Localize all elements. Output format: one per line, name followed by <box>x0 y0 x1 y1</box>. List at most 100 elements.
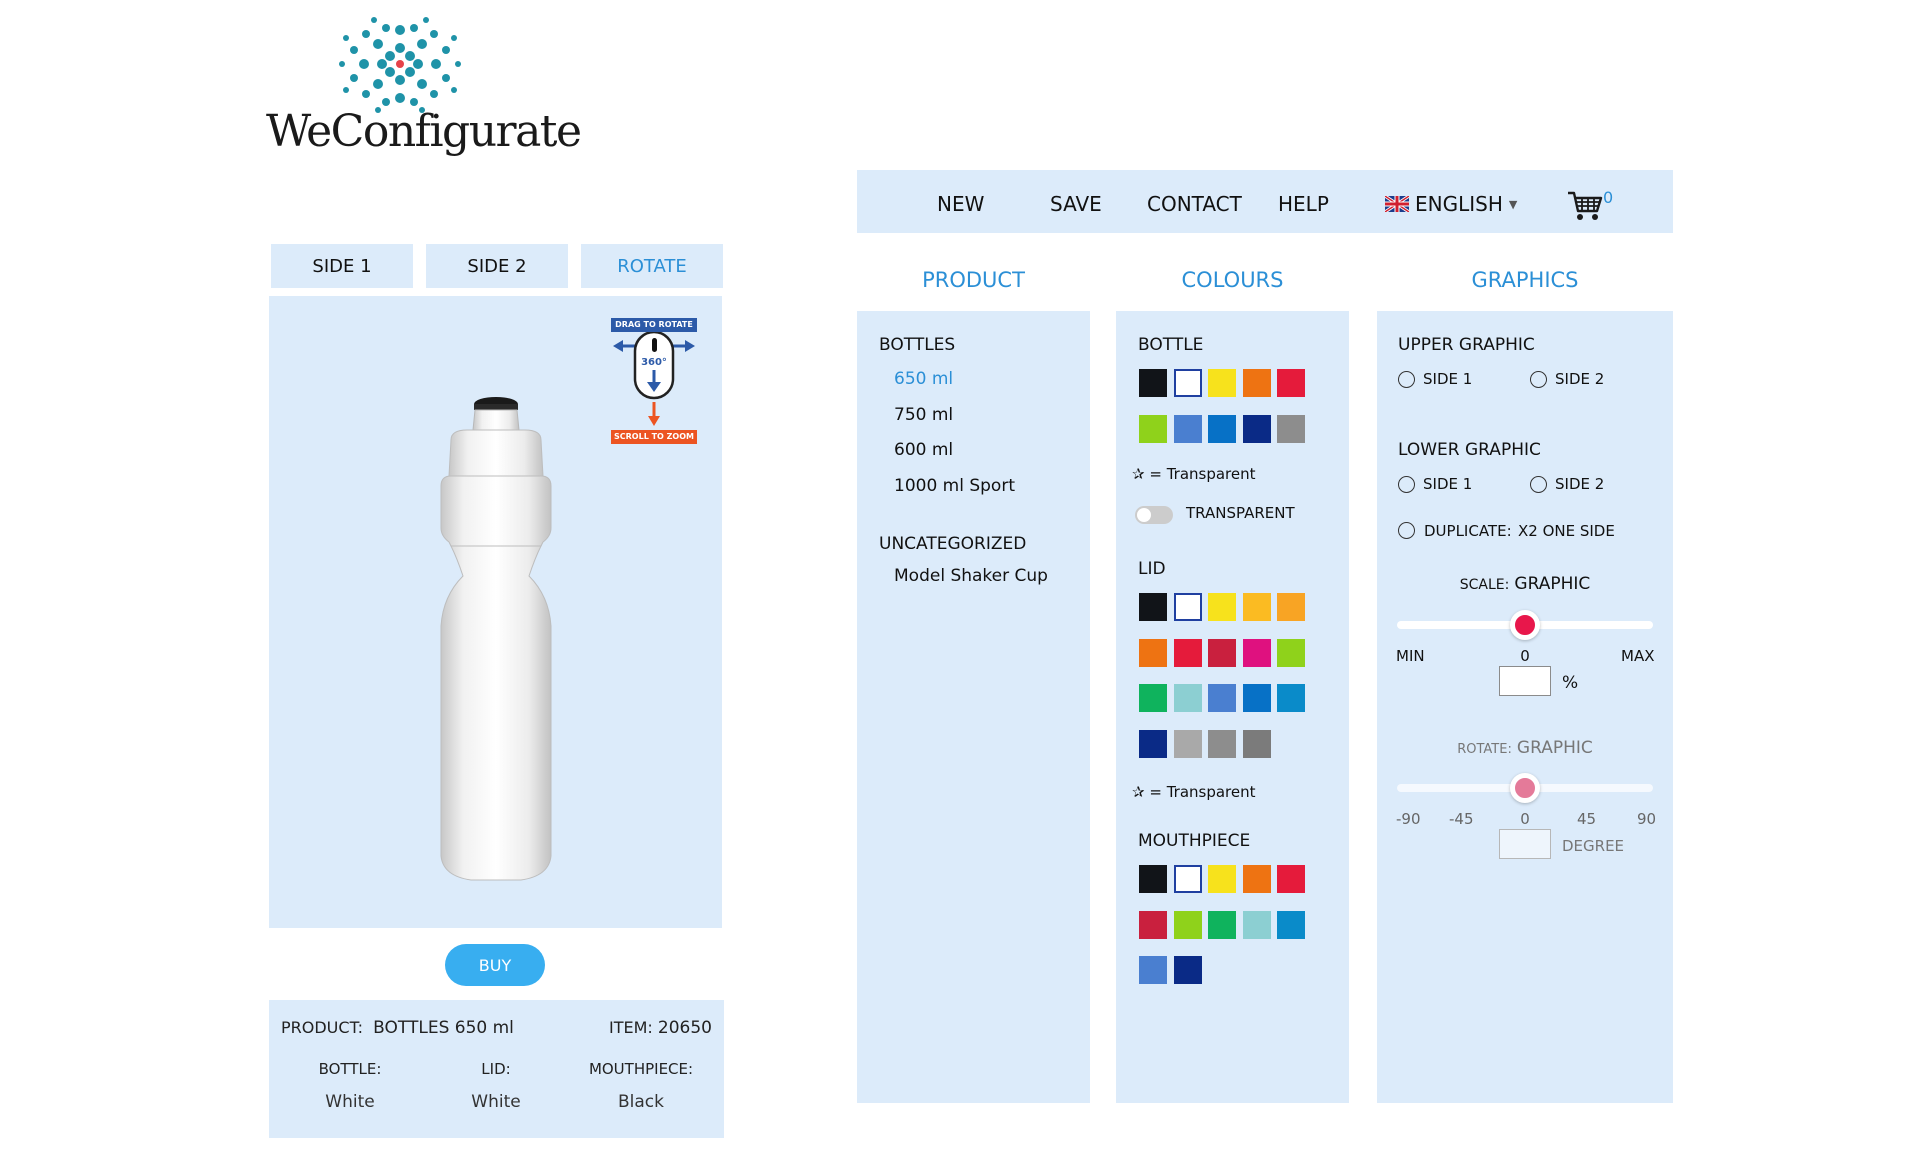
summary-bottle: BOTTLE: White <box>275 1060 425 1112</box>
scale-max-label: MAX <box>1621 647 1655 665</box>
rotate-tick-0: 0 <box>1520 810 1530 828</box>
summary-item-label: ITEM: <box>609 1018 653 1037</box>
colour-swatch[interactable] <box>1139 593 1167 621</box>
chevron-down-icon: ▼ <box>1508 197 1518 211</box>
tab-rotate[interactable]: ROTATE <box>581 244 723 288</box>
colour-swatch[interactable] <box>1277 414 1305 443</box>
rotate-slider-knob[interactable] <box>1510 773 1540 803</box>
graphics-section-title: GRAPHICS <box>1471 268 1579 292</box>
colour-swatch[interactable] <box>1173 910 1202 939</box>
colour-swatch[interactable] <box>1208 865 1236 893</box>
rotate-zoom-hint: DRAG TO ROTATE 360° SCROLL TO ZOOM <box>609 318 699 448</box>
scale-percent-input[interactable] <box>1499 666 1551 696</box>
scale-unit: % <box>1562 673 1579 693</box>
colour-swatch[interactable] <box>1277 910 1305 939</box>
summary-product-label: PRODUCT: <box>281 1018 363 1037</box>
colour-swatch[interactable] <box>1277 684 1305 712</box>
colour-swatch[interactable] <box>1277 638 1305 667</box>
duplicate-value: X2 ONE SIDE <box>1518 522 1615 540</box>
colour-swatch[interactable] <box>1173 684 1202 712</box>
colour-swatch[interactable] <box>1242 414 1271 443</box>
product-option-1000ml-sport[interactable]: 1000 ml Sport <box>894 476 1015 496</box>
upper-side-2-label: SIDE 2 <box>1555 370 1605 388</box>
nav-help[interactable]: HELP <box>1278 192 1329 216</box>
colours-panel: BOTTLE ✰ = Transparent TRANSPARENT LID ✰… <box>1116 311 1349 1103</box>
colour-swatch[interactable] <box>1208 684 1236 712</box>
summary-lid: LID: White <box>421 1060 571 1112</box>
colour-swatch[interactable] <box>1242 369 1271 397</box>
graphics-panel: UPPER GRAPHIC SIDE 1 SIDE 2 LOWER GRAPHI… <box>1377 311 1673 1103</box>
colour-swatch[interactable] <box>1242 593 1271 621</box>
colour-swatch[interactable] <box>1277 593 1305 621</box>
rotate-unit: DEGREE <box>1562 837 1625 855</box>
colour-swatch[interactable] <box>1139 729 1167 758</box>
colour-swatch[interactable] <box>1208 369 1236 397</box>
nav-contact[interactable]: CONTACT <box>1147 192 1242 216</box>
nav-new[interactable]: NEW <box>937 192 984 216</box>
colour-swatch[interactable] <box>1139 956 1167 984</box>
colour-swatch[interactable] <box>1208 638 1236 667</box>
colour-swatch[interactable] <box>1173 414 1202 443</box>
colour-swatch[interactable] <box>1208 910 1236 939</box>
colour-swatch[interactable] <box>1242 910 1271 939</box>
upper-side-1-radio[interactable] <box>1398 371 1415 388</box>
colour-swatch[interactable] <box>1277 865 1305 893</box>
upper-side-2-radio[interactable] <box>1530 371 1547 388</box>
colour-swatch[interactable] <box>1242 638 1271 667</box>
uk-flag-icon <box>1385 196 1409 212</box>
upper-graphic-label: UPPER GRAPHIC <box>1398 335 1535 355</box>
lower-side-2-radio[interactable] <box>1530 476 1547 493</box>
rotate-tick-minus-45: -45 <box>1449 810 1474 828</box>
colour-swatch[interactable] <box>1208 593 1236 621</box>
colour-swatch[interactable] <box>1173 593 1202 621</box>
lid-swatch-grid <box>1139 593 1329 763</box>
scroll-to-zoom-label: SCROLL TO ZOOM <box>611 430 697 444</box>
product-option-600ml[interactable]: 600 ml <box>894 440 953 460</box>
tab-side-2[interactable]: SIDE 2 <box>426 244 568 288</box>
rotate-heading: ROTATE: GRAPHIC <box>1377 738 1673 758</box>
colour-swatch[interactable] <box>1277 369 1305 397</box>
colour-swatch[interactable] <box>1139 684 1167 712</box>
colour-swatch[interactable] <box>1242 729 1271 758</box>
colour-swatch[interactable] <box>1139 414 1167 443</box>
product-viewer[interactable]: DRAG TO ROTATE 360° SCROLL TO ZOOM <box>269 296 722 928</box>
colour-swatch[interactable] <box>1173 956 1202 984</box>
language-selector[interactable]: ENGLISH ▼ <box>1385 192 1517 216</box>
scale-slider-knob[interactable] <box>1510 610 1540 640</box>
top-navigation: NEW SAVE CONTACT HELP ENGLISH ▼ 0 <box>857 170 1673 233</box>
colour-swatch[interactable] <box>1242 684 1271 712</box>
product-option-650ml[interactable]: 650 ml <box>894 369 953 389</box>
buy-button[interactable]: BUY <box>445 944 545 986</box>
colour-swatch[interactable] <box>1173 638 1202 667</box>
colour-swatch[interactable] <box>1208 414 1236 443</box>
summary-bottle-label: BOTTLE: <box>318 1060 382 1078</box>
nav-save[interactable]: SAVE <box>1050 192 1102 216</box>
tab-side-1[interactable]: SIDE 1 <box>271 244 413 288</box>
lower-side-2-label: SIDE 2 <box>1555 475 1605 493</box>
bottle-swatch-grid <box>1139 369 1329 449</box>
lid-transparent-note-text: = Transparent <box>1149 783 1256 801</box>
colour-swatch[interactable] <box>1173 369 1202 397</box>
colour-swatch[interactable] <box>1139 865 1167 893</box>
product-panel: BOTTLES 650 ml 750 ml 600 ml 1000 ml Spo… <box>857 311 1090 1103</box>
transparent-toggle[interactable] <box>1135 506 1173 524</box>
colours-section-title: COLOURS <box>1181 268 1284 292</box>
colour-swatch[interactable] <box>1242 865 1271 893</box>
lower-side-1-radio[interactable] <box>1398 476 1415 493</box>
product-option-750ml[interactable]: 750 ml <box>894 405 953 425</box>
colour-swatch[interactable] <box>1173 865 1202 893</box>
rotate-degrees-text: 360° <box>641 357 667 368</box>
cart-icon[interactable] <box>1567 190 1603 222</box>
duplicate-radio[interactable] <box>1398 522 1415 539</box>
colour-swatch[interactable] <box>1139 910 1167 939</box>
colour-swatch[interactable] <box>1173 729 1202 758</box>
colour-swatch[interactable] <box>1139 369 1167 397</box>
product-option-shaker-cup[interactable]: Model Shaker Cup <box>894 566 1048 586</box>
bottle-3d-model[interactable] <box>411 396 581 881</box>
rotate-degree-input[interactable] <box>1499 829 1551 859</box>
colour-swatch[interactable] <box>1208 729 1236 758</box>
mouthpiece-colour-label: MOUTHPIECE <box>1138 831 1251 851</box>
colour-swatch[interactable] <box>1139 638 1167 667</box>
drag-to-rotate-label: DRAG TO ROTATE <box>611 318 697 332</box>
duplicate-label: DUPLICATE: <box>1424 522 1512 540</box>
